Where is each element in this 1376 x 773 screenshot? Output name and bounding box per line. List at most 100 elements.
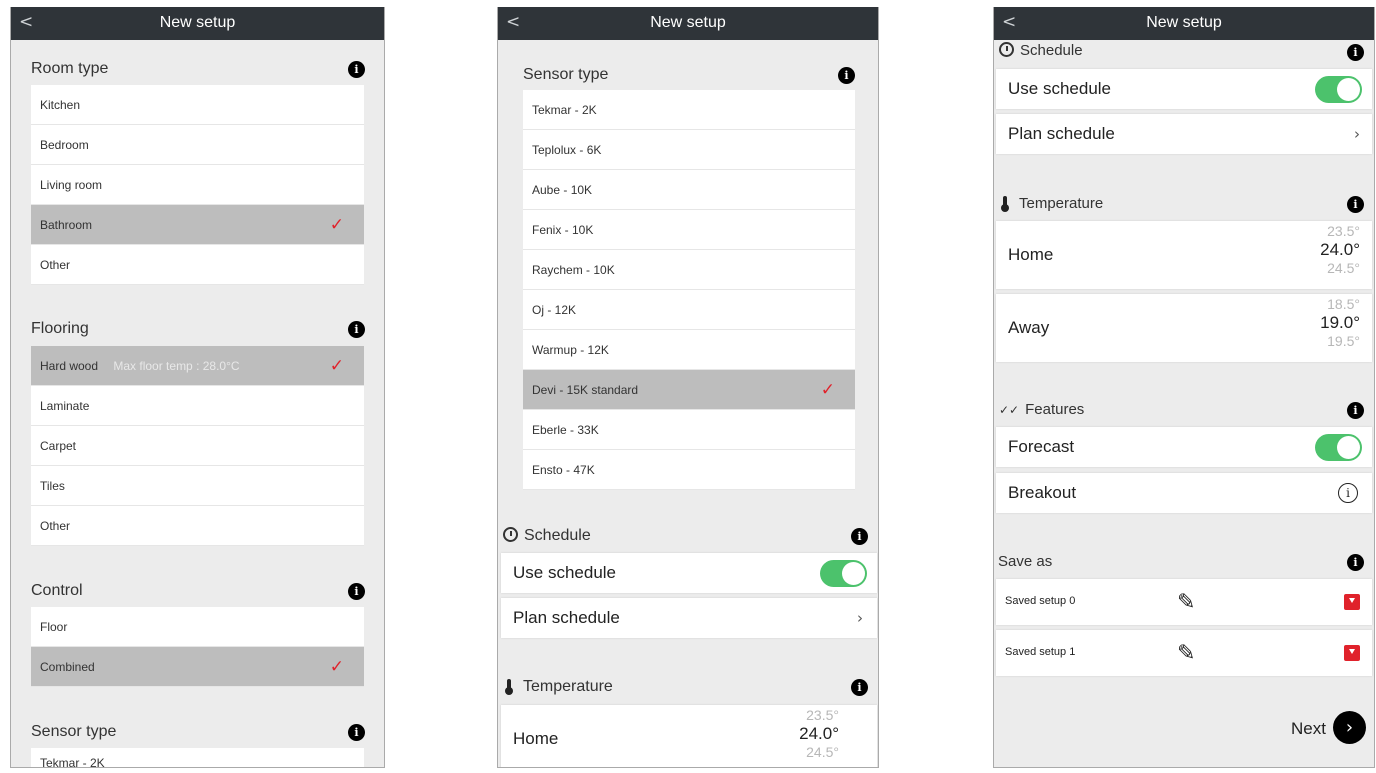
- save-download-icon[interactable]: [1344, 645, 1360, 661]
- temperature-info-icon[interactable]: i: [851, 679, 868, 696]
- flooring-list: Hard wood Max floor temp : 28.0°C ✓ Lami…: [31, 346, 364, 546]
- sensor-type-item[interactable]: Tekmar - 2K: [31, 748, 364, 767]
- double-check-icon: ✓✓: [999, 403, 1020, 417]
- away-temp-picker[interactable]: 18.5° 19.0° 19.5°: [1320, 296, 1360, 349]
- use-schedule-row: Use schedule: [996, 69, 1372, 109]
- flooring-item-selected[interactable]: Hard wood Max floor temp : 28.0°C ✓: [31, 346, 364, 386]
- sensor-type-item[interactable]: Oj - 12K: [523, 290, 855, 330]
- checkmark-icon: ✓: [329, 657, 344, 676]
- sensor-type-info-icon[interactable]: i: [838, 67, 855, 84]
- sensor-type-heading: Sensor type: [523, 66, 609, 83]
- room-type-item-label: Bathroom: [40, 218, 93, 232]
- schedule-heading-label: Schedule: [524, 527, 591, 544]
- room-type-item[interactable]: Living room: [31, 165, 364, 205]
- features-heading: ✓✓ Features: [999, 401, 1084, 418]
- home-temp-picker[interactable]: 23.5° 24.0° 24.5°: [799, 707, 839, 760]
- plan-schedule-row[interactable]: Plan schedule ›: [996, 114, 1372, 154]
- use-schedule-label: Use schedule: [513, 563, 617, 582]
- flooring-info-icon[interactable]: i: [348, 321, 365, 338]
- flooring-item-label: Hard wood: [40, 359, 99, 373]
- control-item[interactable]: Floor: [31, 607, 364, 647]
- screen-sensor-setup: < New setup Sensor type i Tekmar - 2K Te…: [497, 7, 879, 768]
- sensor-type-item[interactable]: Fenix - 10K: [523, 210, 855, 250]
- temp-option: 23.5°: [1327, 223, 1360, 239]
- temperature-heading-label: Temperature: [523, 678, 613, 695]
- sensor-type-item-selected[interactable]: Devi - 15K standard ✓: [523, 370, 855, 410]
- saved-setup-row[interactable]: Saved setup 0 ✎: [996, 579, 1372, 625]
- away-temp-label: Away: [1008, 318, 1050, 337]
- room-type-heading: Room type: [31, 60, 109, 77]
- flooring-item[interactable]: Laminate: [31, 386, 364, 426]
- screen-schedule-setup: < New setup Schedule i Use schedule Plan…: [993, 7, 1375, 768]
- schedule-info-icon[interactable]: i: [1347, 44, 1364, 61]
- features-info-icon[interactable]: i: [1347, 402, 1364, 419]
- save-as-info-icon[interactable]: i: [1347, 554, 1364, 571]
- control-info-icon[interactable]: i: [348, 583, 365, 600]
- flooring-item[interactable]: Tiles: [31, 466, 364, 506]
- temp-current-value: 24.0°: [799, 724, 839, 743]
- forecast-label: Forecast: [1008, 437, 1075, 456]
- nav-title: New setup: [159, 14, 236, 31]
- room-type-item[interactable]: Bedroom: [31, 125, 364, 165]
- sensor-type-item[interactable]: Aube - 10K: [523, 170, 855, 210]
- control-item-selected[interactable]: Combined ✓: [31, 647, 364, 687]
- thermometer-icon: [505, 679, 513, 695]
- schedule-info-icon[interactable]: i: [851, 528, 868, 545]
- nav-bar: < New setup: [498, 7, 878, 40]
- room-type-item[interactable]: Kitchen: [31, 85, 364, 125]
- saved-setup-label: Saved setup 0: [1005, 595, 1076, 607]
- forecast-row: Forecast: [996, 427, 1372, 467]
- checkmark-icon: ✓: [329, 356, 344, 375]
- breakout-info-icon[interactable]: i: [1338, 483, 1358, 503]
- control-item-label: Combined: [40, 660, 95, 674]
- breakout-label: Breakout: [1008, 483, 1077, 502]
- temp-current-value: 24.0°: [1320, 240, 1360, 259]
- thermometer-icon: [1001, 196, 1009, 212]
- saved-setup-row[interactable]: Saved setup 1 ✎: [996, 630, 1372, 676]
- sensor-type-item[interactable]: Warmup - 12K: [523, 330, 855, 370]
- temp-option: 24.5°: [806, 744, 839, 760]
- use-schedule-toggle[interactable]: [820, 560, 867, 587]
- sensor-type-info-icon[interactable]: i: [348, 724, 365, 741]
- sensor-type-item[interactable]: Ensto - 47K: [523, 450, 855, 490]
- room-type-item[interactable]: Other: [31, 245, 364, 285]
- checkmark-icon: ✓: [820, 380, 835, 399]
- control-list: Floor Combined ✓: [31, 607, 364, 687]
- flooring-item[interactable]: Carpet: [31, 426, 364, 466]
- nav-bar: < New setup: [11, 7, 384, 40]
- features-heading-label: Features: [1025, 401, 1085, 418]
- sensor-type-item[interactable]: Tekmar - 2K: [523, 90, 855, 130]
- plan-schedule-row[interactable]: Plan schedule ›: [501, 598, 877, 638]
- temp-current-value: 19.0°: [1320, 313, 1360, 332]
- away-temp-row: Away 18.5° 19.0° 19.5°: [996, 294, 1372, 362]
- sensor-type-item[interactable]: Eberle - 33K: [523, 410, 855, 450]
- home-temp-label: Home: [1008, 245, 1054, 264]
- screen-room-setup: < New setup Room type i Kitchen Bedroom …: [10, 7, 385, 768]
- max-floor-temp-note: Max floor temp : 28.0°C: [113, 359, 240, 373]
- pencil-icon[interactable]: ✎: [1177, 640, 1195, 666]
- room-type-info-icon[interactable]: i: [348, 61, 365, 78]
- home-temp-picker[interactable]: 23.5° 24.0° 24.5°: [1320, 223, 1360, 276]
- use-schedule-row: Use schedule: [501, 553, 877, 593]
- schedule-heading-label: Schedule: [1020, 42, 1083, 59]
- pencil-icon[interactable]: ✎: [1177, 589, 1195, 615]
- sensor-type-item[interactable]: Teplolux - 6K: [523, 130, 855, 170]
- flooring-item[interactable]: Other: [31, 506, 364, 546]
- temperature-info-icon[interactable]: i: [1347, 196, 1364, 213]
- sensor-type-item[interactable]: Raychem - 10K: [523, 250, 855, 290]
- next-arrow-button[interactable]: ›: [1333, 711, 1366, 744]
- next-label[interactable]: Next: [1291, 719, 1326, 739]
- temp-option: 24.5°: [1327, 260, 1360, 276]
- save-download-icon[interactable]: [1344, 594, 1360, 610]
- plan-schedule-label: Plan schedule: [1008, 124, 1115, 143]
- room-type-item-selected[interactable]: Bathroom ✓: [31, 205, 364, 245]
- saved-setup-label: Saved setup 1: [1005, 646, 1076, 658]
- use-schedule-label: Use schedule: [1008, 79, 1112, 98]
- chevron-right-icon: ›: [857, 609, 863, 627]
- temperature-heading: Temperature: [505, 678, 613, 696]
- use-schedule-toggle[interactable]: [1315, 76, 1362, 103]
- forecast-toggle[interactable]: [1315, 434, 1362, 461]
- sensor-type-list: Tekmar - 2K: [31, 748, 364, 767]
- plan-schedule-label: Plan schedule: [513, 608, 620, 627]
- nav-bar: < New setup: [994, 7, 1374, 40]
